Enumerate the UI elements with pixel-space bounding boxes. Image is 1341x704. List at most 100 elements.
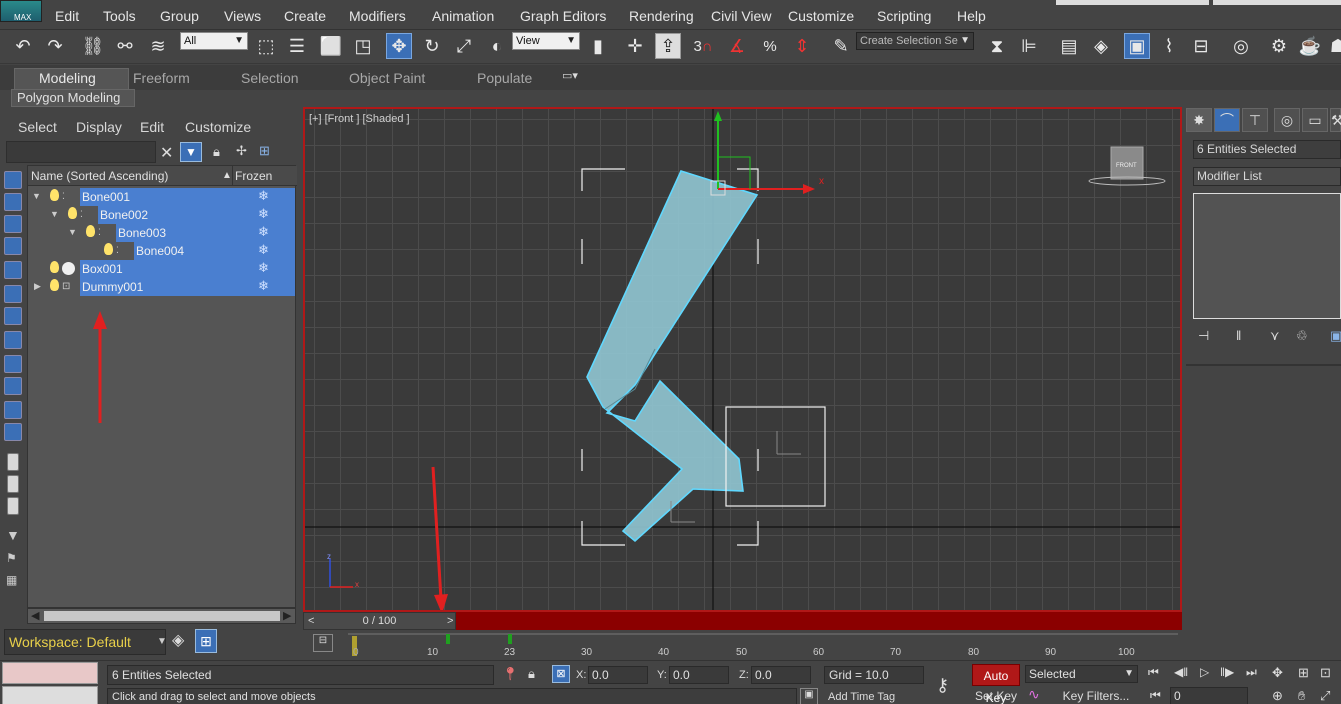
bind-spacewarp-icon[interactable]: ≋ [145,33,171,59]
selection-filter-dropdown[interactable]: All ▼ [180,32,248,50]
motion-tab-icon[interactable]: ◎ [1274,108,1300,132]
visibility-bulb-icon[interactable] [50,261,59,273]
display-invert-icon[interactable] [7,497,19,515]
modifier-list-dropdown[interactable]: Modifier List [1193,167,1341,186]
rectangular-selection-icon[interactable]: ⬜ [318,33,344,59]
display-all-icon[interactable] [7,453,19,471]
explorer-menu-edit[interactable]: Edit [140,119,164,135]
toggle-ribbon-icon[interactable]: ▣ [1124,33,1150,59]
menu-tools[interactable]: Tools [103,8,136,24]
front-viewport[interactable]: [+] [Front ] [Shaded ] x FRONT z x [303,107,1182,612]
explorer-menu-customize[interactable]: Customize [185,119,251,135]
funnel-icon[interactable]: ▼ [6,527,20,543]
maxscript-output-mini[interactable] [2,686,98,704]
mirror-icon[interactable]: ⧗ [984,33,1010,59]
menu-edit[interactable]: Edit [55,8,79,24]
menu-animation[interactable]: Animation [432,8,494,24]
modify-tab-icon[interactable]: ⌒ [1214,108,1240,132]
render-production-icon[interactable]: ☗ [1325,33,1341,59]
select-object-icon[interactable]: ⬚ [253,33,279,59]
auto-key-button[interactable]: Auto Key [972,664,1020,704]
frozen-toggle-icon[interactable]: ❄ [232,278,295,296]
menu-rendering[interactable]: Rendering [629,8,694,24]
spinner-snap-icon[interactable]: ⇕ [789,33,815,59]
isolate-selection-icon[interactable]: 📍︎ [502,666,519,682]
curve-editor-icon[interactable]: ⌇ [1156,33,1182,59]
configure-modifier-sets-icon[interactable]: ▣ [1330,328,1341,344]
select-by-name-icon[interactable]: ☰ [284,33,310,59]
app-logo[interactable]: MAX [0,0,42,22]
select-and-move-icon[interactable]: ✥ [386,33,412,59]
window-crossing-icon[interactable]: ◳ [350,33,376,59]
display-cameras-icon[interactable] [4,237,22,255]
time-tag-icon[interactable]: ▣ [800,688,818,704]
visibility-bulb-icon[interactable] [86,225,95,237]
display-groups-icon[interactable] [4,307,22,325]
display-geometry-icon[interactable] [4,171,22,189]
ribbon-options-icon[interactable]: ▭▾ [562,69,578,82]
display-bones-icon[interactable] [4,355,22,373]
key-icon[interactable]: ⚷ [936,675,949,696]
ribbon-tab-freeform[interactable]: Freeform [133,70,190,86]
scroll-right-icon[interactable]: ▶ [283,609,291,622]
maximize-viewport-icon[interactable]: ⤢ [1320,688,1330,704]
explorer-menu-display[interactable]: Display [76,119,122,135]
display-frozen-icon[interactable] [4,401,22,419]
display-containers-icon[interactable] [4,377,22,395]
menu-create[interactable]: Create [284,8,326,24]
menu-scripting[interactable]: Scripting [877,8,931,24]
material-editor-icon[interactable]: ◎ [1228,33,1254,59]
expand-arrow-icon[interactable]: ▼ [32,191,41,201]
column-name-header[interactable]: Name (Sorted Ascending) [31,169,168,183]
named-selection-dropdown[interactable]: Create Selection Se ▼ [856,32,974,50]
clear-search-icon[interactable]: ✕ [160,143,173,163]
tree-row[interactable]: ▶ ⊡ Dummy001 ❄ [28,278,295,296]
snaps-toggle-icon[interactable]: 3 ∩ [690,33,716,59]
edit-named-selection-icon[interactable]: ✎ [828,33,854,59]
visibility-bulb-icon[interactable] [50,189,59,201]
scroll-left-icon[interactable]: ◀ [31,609,39,622]
align-icon[interactable]: ⊫ [1016,33,1042,59]
current-frame-input[interactable]: 0 [1170,687,1248,704]
absolute-mode-icon[interactable]: ⊠ [552,665,570,683]
select-manipulate-icon[interactable]: ✛ [622,33,648,59]
unlink-icon[interactable]: ⚯ [112,33,138,59]
track-bar-toggle-icon[interactable]: ⊟ [313,634,333,652]
column-frozen-header[interactable]: Frozen [235,169,272,183]
select-and-rotate-icon[interactable]: ↻ [419,33,445,59]
expand-arrow-icon[interactable]: ▼ [50,209,59,219]
schematic-view-icon[interactable]: ⊟ [1188,33,1214,59]
tree-row[interactable]: ⁚ Bone004 ❄ [28,242,295,260]
pin-stack-icon[interactable]: ⊣ [1198,328,1209,344]
z-coordinate-input[interactable]: 0.0 [751,666,811,684]
time-slider-bar[interactable]: < 0 / 100 > [303,612,1182,630]
frozen-toggle-icon[interactable]: ❄ [232,188,295,206]
key-mode-dropdown[interactable]: Selected ▼ [1025,665,1138,683]
ribbon-tab-modeling[interactable]: Modeling [39,70,96,86]
set-key-curve-icon[interactable]: ∿ [1028,686,1040,703]
go-to-end-icon[interactable]: ⏭ [1246,665,1257,680]
go-to-start-icon[interactable]: ⏮ [1148,665,1159,680]
hierarchy-tab-icon[interactable]: ⊤ [1242,108,1268,132]
tree-row[interactable]: ▼ ⁚ Bone003 ❄ [28,224,295,242]
undo-icon[interactable]: ↶ [10,33,36,59]
add-time-tag-button[interactable]: Add Time Tag [822,689,928,704]
scrollbar-thumb[interactable] [44,611,280,621]
ribbon-tab-populate[interactable]: Populate [477,70,532,86]
display-none-icon[interactable] [7,475,19,493]
menu-group[interactable]: Group [160,8,199,24]
filter-icon[interactable]: ▼ [180,142,202,162]
modifier-stack[interactable] [1193,193,1341,319]
render-setup-icon[interactable]: ⚙ [1266,33,1292,59]
frozen-toggle-icon[interactable]: ❄ [232,260,295,278]
expand-arrow-icon[interactable]: ▼ [68,227,77,237]
layer-explorer-icon[interactable]: ◈ [1088,33,1114,59]
reference-coordinate-dropdown[interactable]: View ▼ [512,32,580,50]
hierarchy-icon[interactable]: ⊞ [259,143,270,159]
menu-views[interactable]: Views [224,8,261,24]
display-spacewarps-icon[interactable] [4,285,22,303]
frozen-toggle-icon[interactable]: ❄ [232,242,295,260]
frozen-toggle-icon[interactable]: ❄ [232,224,295,242]
y-coordinate-input[interactable]: 0.0 [669,666,729,684]
polygon-modeling-panel[interactable]: Polygon Modeling [11,89,135,107]
